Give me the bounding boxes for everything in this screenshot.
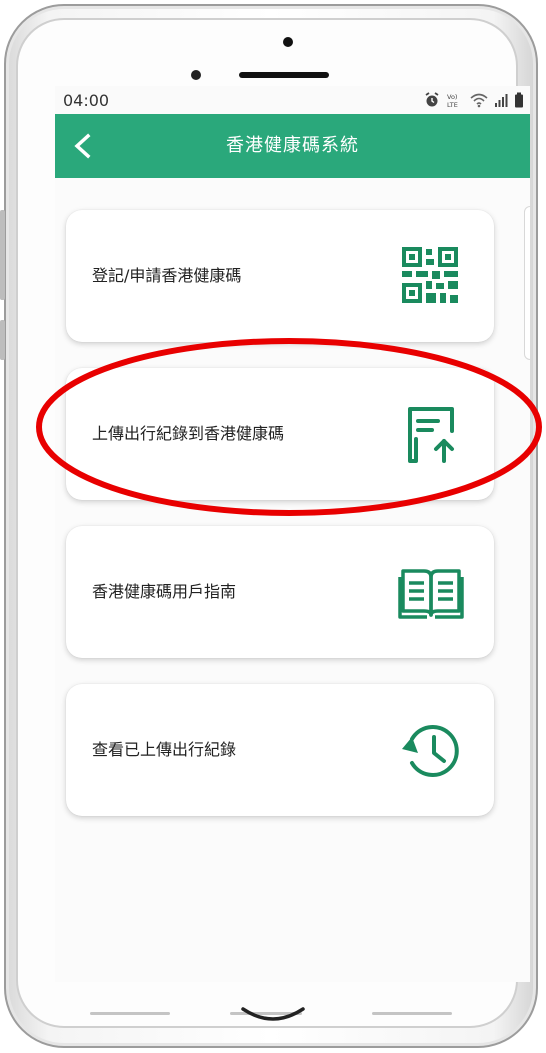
status-time: 04:00	[63, 91, 110, 110]
volte-icon: Vo) LTE	[447, 93, 458, 108]
svg-text:Vo): Vo)	[447, 93, 457, 101]
open-book-icon	[398, 569, 464, 619]
svg-text:LTE: LTE	[447, 101, 458, 108]
menu-card-upload[interactable]: 上傳出行紀錄到香港健康碼	[66, 368, 494, 500]
menu-card-label: 上傳出行紀錄到香港健康碼	[92, 424, 285, 443]
status-bar: 04:00 Vo) LTE	[55, 86, 530, 114]
wifi-icon	[470, 93, 488, 108]
app-bar: 香港健康碼系統	[55, 114, 530, 178]
scrollbar[interactable]	[524, 206, 530, 360]
chin-curve	[241, 1007, 305, 1021]
menu-content: 登記/申請香港健康碼 上傳出行紀錄到香港健康碼 香港健康碼用戶指南 查看已上傳出…	[55, 178, 530, 982]
chevron-left-icon	[74, 133, 91, 159]
status-icons: Vo) LTE	[424, 92, 524, 108]
back-button[interactable]	[55, 114, 111, 178]
nav-recent-button[interactable]	[90, 1012, 170, 1015]
alarm-icon	[425, 92, 439, 107]
side-button	[0, 320, 5, 360]
app-title: 香港健康碼系統	[226, 135, 359, 156]
menu-card-label: 查看已上傳出行紀錄	[92, 740, 237, 759]
menu-card-label: 香港健康碼用戶指南	[92, 582, 237, 601]
history-clock-icon	[402, 725, 459, 777]
earpiece-speaker	[239, 72, 329, 78]
signal-icon	[495, 94, 508, 107]
phone-mockup: 04:00 Vo) LTE 香港健康碼系統 登記/申請香港健康碼 上傳出行紀錄到…	[0, 0, 546, 1053]
side-button	[0, 210, 5, 300]
app-screen: 04:00 Vo) LTE 香港健康碼系統 登記/申請香港健康碼 上傳出行紀錄到…	[55, 86, 530, 982]
menu-card-register[interactable]: 登記/申請香港健康碼	[66, 210, 494, 342]
menu-card-guide[interactable]: 香港健康碼用戶指南	[66, 526, 494, 658]
menu-card-label: 登記/申請香港健康碼	[92, 266, 242, 285]
nav-back-button[interactable]	[372, 1012, 452, 1015]
battery-icon	[515, 92, 523, 108]
menu-card-history[interactable]: 查看已上傳出行紀錄	[66, 684, 494, 816]
front-camera	[283, 37, 293, 47]
upload-document-icon	[408, 407, 454, 463]
proximity-sensor	[191, 70, 201, 80]
qr-code-icon	[402, 247, 458, 303]
